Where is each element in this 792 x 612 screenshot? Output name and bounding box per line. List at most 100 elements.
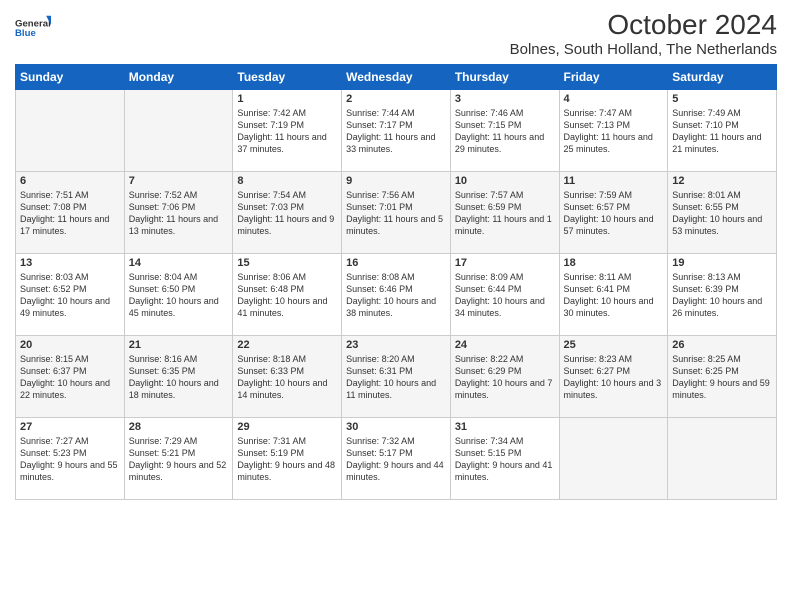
header-tuesday: Tuesday xyxy=(233,64,342,89)
calendar-cell: 28 Sunrise: 7:29 AM Sunset: 5:21 PM Dayli… xyxy=(124,417,233,499)
day-number: 25 xyxy=(564,339,664,351)
calendar-cell: 13 Sunrise: 8:03 AM Sunset: 6:52 PM Dayli… xyxy=(16,253,125,335)
calendar-week-4: 20Sunrise: 8:15 AM Sunset: 6:37 PM Dayli… xyxy=(16,335,777,417)
calendar-cell: 29 Sunrise: 7:31 AM Sunset: 5:19 PM Dayli… xyxy=(233,417,342,499)
calendar-cell: 22Sunrise: 8:18 AM Sunset: 6:33 PM Dayli… xyxy=(233,335,342,417)
day-info: Sunrise: 7:56 AM Sunset: 7:01 PM Dayligh… xyxy=(346,189,446,238)
calendar-title: October 2024 xyxy=(510,10,777,41)
header-friday: Friday xyxy=(559,64,668,89)
calendar-cell: 26 Sunrise: 8:25 AM Sunset: 6:25 PM Dayli… xyxy=(668,335,777,417)
day-number: 23 xyxy=(346,339,446,351)
day-info: Sunrise: 7:51 AM Sunset: 7:08 PM Dayligh… xyxy=(20,189,120,238)
day-number: 15 xyxy=(237,257,337,269)
calendar-cell: 2Sunrise: 7:44 AM Sunset: 7:17 PM Daylig… xyxy=(342,89,451,171)
calendar-cell: 11 Sunrise: 7:59 AM Sunset: 6:57 PM Dayli… xyxy=(559,171,668,253)
day-info: Sunrise: 7:49 AM Sunset: 7:10 PM Dayligh… xyxy=(672,107,772,156)
calendar-cell: 14 Sunrise: 8:04 AM Sunset: 6:50 PM Dayli… xyxy=(124,253,233,335)
calendar-week-2: 6 Sunrise: 7:51 AM Sunset: 7:08 PM Daylig… xyxy=(16,171,777,253)
calendar-cell: 18 Sunrise: 8:11 AM Sunset: 6:41 PM Dayli… xyxy=(559,253,668,335)
calendar-cell: 21 Sunrise: 8:16 AM Sunset: 6:35 PM Dayli… xyxy=(124,335,233,417)
day-info: Sunrise: 8:16 AM Sunset: 6:35 PM Dayligh… xyxy=(129,353,229,402)
day-number: 28 xyxy=(129,421,229,433)
day-info: Sunrise: 8:04 AM Sunset: 6:50 PM Dayligh… xyxy=(129,271,229,320)
day-info: Sunrise: 8:25 AM Sunset: 6:25 PM Dayligh… xyxy=(672,353,772,402)
logo-icon: General Blue xyxy=(15,10,51,46)
day-info: Sunrise: 8:13 AM Sunset: 6:39 PM Dayligh… xyxy=(672,271,772,320)
calendar-cell xyxy=(16,89,125,171)
day-info: Sunrise: 8:22 AM Sunset: 6:29 PM Dayligh… xyxy=(455,353,555,402)
day-number: 5 xyxy=(672,93,772,105)
day-info: Sunrise: 8:08 AM Sunset: 6:46 PM Dayligh… xyxy=(346,271,446,320)
day-info: Sunrise: 8:23 AM Sunset: 6:27 PM Dayligh… xyxy=(564,353,664,402)
day-number: 24 xyxy=(455,339,555,351)
day-info: Sunrise: 7:42 AM Sunset: 7:19 PM Dayligh… xyxy=(237,107,337,156)
day-number: 8 xyxy=(237,175,337,187)
day-number: 26 xyxy=(672,339,772,351)
day-number: 29 xyxy=(237,421,337,433)
day-info: Sunrise: 8:01 AM Sunset: 6:55 PM Dayligh… xyxy=(672,189,772,238)
calendar-cell: 25 Sunrise: 8:23 AM Sunset: 6:27 PM Dayli… xyxy=(559,335,668,417)
day-number: 21 xyxy=(129,339,229,351)
calendar-cell: 15 Sunrise: 8:06 AM Sunset: 6:48 PM Dayli… xyxy=(233,253,342,335)
day-number: 12 xyxy=(672,175,772,187)
calendar-week-5: 27Sunrise: 7:27 AM Sunset: 5:23 PM Dayli… xyxy=(16,417,777,499)
day-number: 11 xyxy=(564,175,664,187)
page: General Blue October 2024 Bolnes, South … xyxy=(0,0,792,612)
calendar-cell: 4Sunrise: 7:47 AM Sunset: 7:13 PM Daylig… xyxy=(559,89,668,171)
day-info: Sunrise: 7:54 AM Sunset: 7:03 PM Dayligh… xyxy=(237,189,337,238)
day-info: Sunrise: 7:31 AM Sunset: 5:19 PM Dayligh… xyxy=(237,435,337,484)
header-thursday: Thursday xyxy=(450,64,559,89)
day-number: 17 xyxy=(455,257,555,269)
calendar-cell: 1Sunrise: 7:42 AM Sunset: 7:19 PM Daylig… xyxy=(233,89,342,171)
calendar-cell: 23 Sunrise: 8:20 AM Sunset: 6:31 PM Dayli… xyxy=(342,335,451,417)
calendar-cell: 19 Sunrise: 8:13 AM Sunset: 6:39 PM Dayli… xyxy=(668,253,777,335)
logo: General Blue xyxy=(15,10,51,46)
calendar-cell: 24 Sunrise: 8:22 AM Sunset: 6:29 PM Dayli… xyxy=(450,335,559,417)
day-number: 14 xyxy=(129,257,229,269)
day-info: Sunrise: 7:52 AM Sunset: 7:06 PM Dayligh… xyxy=(129,189,229,238)
calendar-cell: 16 Sunrise: 8:08 AM Sunset: 6:46 PM Dayli… xyxy=(342,253,451,335)
day-number: 31 xyxy=(455,421,555,433)
day-number: 13 xyxy=(20,257,120,269)
calendar-cell: 31 Sunrise: 7:34 AM Sunset: 5:15 PM Dayli… xyxy=(450,417,559,499)
day-number: 10 xyxy=(455,175,555,187)
day-info: Sunrise: 7:29 AM Sunset: 5:21 PM Dayligh… xyxy=(129,435,229,484)
day-number: 30 xyxy=(346,421,446,433)
day-number: 16 xyxy=(346,257,446,269)
calendar-cell: 20Sunrise: 8:15 AM Sunset: 6:37 PM Dayli… xyxy=(16,335,125,417)
day-number: 7 xyxy=(129,175,229,187)
calendar-cell: 27Sunrise: 7:27 AM Sunset: 5:23 PM Dayli… xyxy=(16,417,125,499)
day-number: 20 xyxy=(20,339,120,351)
calendar-table: Sunday Monday Tuesday Wednesday Thursday… xyxy=(15,64,777,500)
svg-text:Blue: Blue xyxy=(15,28,36,39)
day-number: 6 xyxy=(20,175,120,187)
calendar-cell: 17 Sunrise: 8:09 AM Sunset: 6:44 PM Dayli… xyxy=(450,253,559,335)
calendar-cell xyxy=(668,417,777,499)
calendar-cell: 5 Sunrise: 7:49 AM Sunset: 7:10 PM Daylig… xyxy=(668,89,777,171)
calendar-cell: 7 Sunrise: 7:52 AM Sunset: 7:06 PM Daylig… xyxy=(124,171,233,253)
day-number: 18 xyxy=(564,257,664,269)
day-info: Sunrise: 7:32 AM Sunset: 5:17 PM Dayligh… xyxy=(346,435,446,484)
day-info: Sunrise: 7:34 AM Sunset: 5:15 PM Dayligh… xyxy=(455,435,555,484)
day-info: Sunrise: 8:20 AM Sunset: 6:31 PM Dayligh… xyxy=(346,353,446,402)
calendar-cell xyxy=(124,89,233,171)
day-info: Sunrise: 7:59 AM Sunset: 6:57 PM Dayligh… xyxy=(564,189,664,238)
day-info: Sunrise: 8:09 AM Sunset: 6:44 PM Dayligh… xyxy=(455,271,555,320)
header: General Blue October 2024 Bolnes, South … xyxy=(15,10,777,58)
calendar-cell: 8 Sunrise: 7:54 AM Sunset: 7:03 PM Daylig… xyxy=(233,171,342,253)
day-info: Sunrise: 8:03 AM Sunset: 6:52 PM Dayligh… xyxy=(20,271,120,320)
day-number: 22 xyxy=(237,339,337,351)
day-info: Sunrise: 8:11 AM Sunset: 6:41 PM Dayligh… xyxy=(564,271,664,320)
header-row: Sunday Monday Tuesday Wednesday Thursday… xyxy=(16,64,777,89)
calendar-subtitle: Bolnes, South Holland, The Netherlands xyxy=(510,41,777,58)
day-info: Sunrise: 7:47 AM Sunset: 7:13 PM Dayligh… xyxy=(564,107,664,156)
day-number: 19 xyxy=(672,257,772,269)
calendar-week-3: 13 Sunrise: 8:03 AM Sunset: 6:52 PM Dayli… xyxy=(16,253,777,335)
day-info: Sunrise: 7:46 AM Sunset: 7:15 PM Dayligh… xyxy=(455,107,555,156)
day-info: Sunrise: 7:57 AM Sunset: 6:59 PM Dayligh… xyxy=(455,189,555,238)
calendar-week-1: 1Sunrise: 7:42 AM Sunset: 7:19 PM Daylig… xyxy=(16,89,777,171)
day-number: 2 xyxy=(346,93,446,105)
day-info: Sunrise: 8:06 AM Sunset: 6:48 PM Dayligh… xyxy=(237,271,337,320)
day-number: 9 xyxy=(346,175,446,187)
header-sunday: Sunday xyxy=(16,64,125,89)
